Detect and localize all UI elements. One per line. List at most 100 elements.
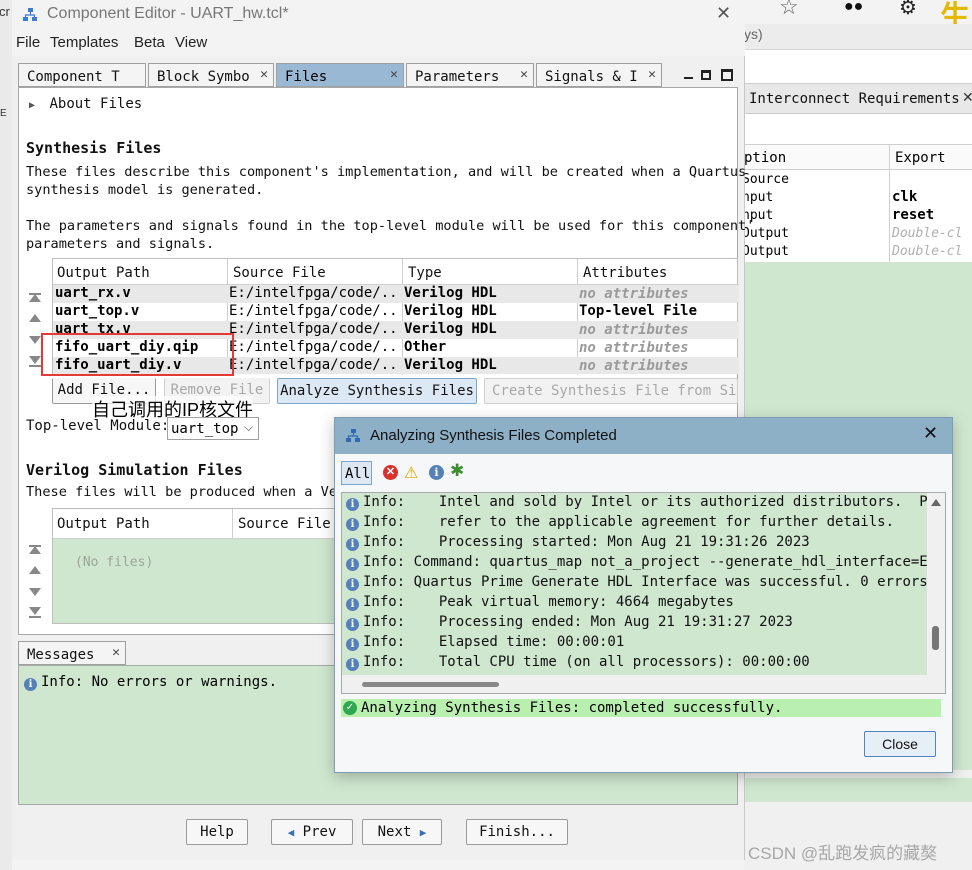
row-path: uart_top.v: [55, 303, 140, 319]
tab-label: Signals & I: [545, 69, 638, 85]
menu-beta[interactable]: Beta: [134, 34, 165, 51]
col-source-file[interactable]: Source File: [233, 265, 326, 281]
app-icon: [23, 8, 37, 21]
window-close-icon[interactable]: ✕: [716, 3, 731, 24]
menu-view[interactable]: View: [175, 34, 207, 51]
synthesis-desc-3: The parameters and signals found in the …: [26, 218, 755, 234]
background-row-export: Double-cl: [892, 226, 963, 241]
col-output-path[interactable]: Output Path: [57, 265, 150, 281]
about-files-toggle[interactable]: ▶ About Files: [29, 96, 142, 112]
move-top-icon[interactable]: [29, 546, 41, 554]
info-icon: i: [346, 658, 359, 671]
move-down-icon[interactable]: [29, 588, 41, 596]
left-edge-glyph: cr: [0, 4, 10, 19]
chevron-down-icon: ⌵: [244, 420, 254, 434]
row-type: Verilog HDL: [404, 357, 497, 373]
log-line: i Info: Processing started: Mon Aug 21 19…: [346, 534, 810, 551]
warning-filter-icon[interactable]: ⚠: [404, 463, 418, 483]
tab-block-symbol[interactable]: Block Symbo ✕: [148, 63, 274, 87]
info-icon: i: [24, 678, 37, 691]
tab-close-icon[interactable]: ✕: [520, 67, 528, 82]
col-attributes[interactable]: Attributes: [583, 265, 667, 281]
row-attr: Top-level File: [579, 303, 698, 319]
background-row-desc: Output: [742, 244, 789, 259]
log-line: i Info: Total CPU time (on all processors…: [346, 654, 810, 671]
top-level-module-value: uart_top: [171, 421, 239, 437]
vertical-scrollbar[interactable]: [927, 493, 945, 675]
synthesis-desc-4: parameters and signals.: [26, 236, 215, 252]
prev-label: Prev: [302, 824, 337, 840]
tab-label: Files: [285, 69, 328, 85]
finish-button[interactable]: Finish...: [466, 819, 568, 845]
help-button[interactable]: Help: [186, 819, 248, 845]
background-col-export: Export: [895, 150, 946, 166]
debug-filter-icon[interactable]: ✱: [450, 461, 464, 481]
simulation-desc: These files will be produced when a Ver: [26, 484, 346, 500]
background-tab-interconnect[interactable]: Interconnect Requirements: [749, 91, 960, 107]
close-button[interactable]: Close: [864, 731, 936, 757]
col-type[interactable]: Type: [408, 265, 442, 281]
synthesis-heading: Synthesis Files: [26, 139, 162, 157]
tab-messages[interactable]: Messages ✕: [18, 641, 126, 665]
synthesis-desc-1: These files describe this component's im…: [26, 164, 747, 180]
move-bottom-bar: [29, 616, 41, 618]
move-top-icon[interactable]: [29, 294, 41, 302]
tab-close-icon[interactable]: ✕: [112, 645, 120, 660]
background-row-export: reset: [892, 207, 935, 223]
log-line: i Info: Processing ended: Mon Aug 21 19:3…: [346, 614, 793, 631]
next-button[interactable]: Next ▶: [362, 819, 442, 845]
background-tab-row: Interconnect Requirements ✕: [744, 84, 972, 114]
restore-icon[interactable]: [701, 70, 711, 80]
menu-templates[interactable]: Templates: [50, 34, 118, 51]
tab-close-icon[interactable]: ✕: [648, 67, 656, 82]
move-bottom-icon[interactable]: [29, 356, 41, 364]
move-bottom-bar: [29, 365, 41, 367]
background-row-export: clk: [892, 189, 918, 205]
error-filter-icon[interactable]: ✕: [383, 465, 398, 480]
move-down-icon[interactable]: [29, 336, 41, 344]
minimize-icon[interactable]: [684, 77, 693, 79]
simulation-heading: Verilog Simulation Files: [26, 461, 243, 479]
filter-all-button[interactable]: All: [341, 461, 372, 485]
row-source: E:/intelfpga/code/...: [229, 321, 401, 337]
menu-file[interactable]: File: [16, 34, 40, 51]
tab-close-icon[interactable]: ✕: [390, 67, 398, 82]
tab-label: Parameters: [415, 69, 500, 85]
tab-component-type[interactable]: Component T: [18, 63, 146, 87]
prev-button[interactable]: ◀ Prev: [271, 819, 353, 845]
tab-parameters[interactable]: Parameters ✕: [406, 63, 534, 87]
highlight-box: [41, 333, 234, 376]
scroll-up-icon[interactable]: [931, 499, 941, 506]
info-filter-icon[interactable]: i: [429, 465, 444, 480]
info-icon: i: [346, 538, 359, 551]
move-up-icon[interactable]: [29, 314, 41, 322]
tab-files[interactable]: Files ✕: [276, 63, 404, 87]
move-up-icon[interactable]: [29, 566, 41, 574]
chevron-left-icon: ◀: [287, 826, 295, 839]
hscroll-thumb[interactable]: [362, 682, 499, 687]
log-line: i Info: Command: quartus_map not_a_projec…: [346, 554, 945, 571]
col-source-file[interactable]: Source File: [238, 516, 331, 532]
dialog-close-icon[interactable]: ✕: [923, 423, 938, 444]
log-output[interactable]: i Info: Intel and sold by Intel or its au…: [341, 492, 946, 694]
horizontal-scrollbar[interactable]: [342, 675, 945, 693]
row-source: E:/intelfpga/code/...: [229, 357, 401, 373]
next-label: Next: [377, 824, 412, 840]
maximize-icon[interactable]: [721, 69, 733, 81]
top-level-module-select[interactable]: uart_top ⌵: [167, 417, 259, 440]
row-path: uart_rx.v: [55, 285, 131, 301]
background-strip: ys): [744, 24, 972, 50]
background-mask-icon: ●●: [844, 0, 864, 15]
tab-close-icon[interactable]: ✕: [260, 67, 268, 82]
col-output-path[interactable]: Output Path: [57, 516, 150, 532]
background-row-desc: nput: [742, 190, 774, 205]
background-row-desc: Source: [742, 172, 789, 187]
create-synthesis-file-button[interactable]: Create Synthesis File from Sign: [484, 378, 738, 404]
analyze-synthesis-files-button[interactable]: Analyze Synthesis Files: [277, 378, 477, 404]
background-tab-close-icon[interactable]: ✕: [962, 89, 972, 106]
move-bottom-icon[interactable]: [29, 607, 41, 615]
filter-all-label: All: [345, 466, 371, 482]
scroll-thumb[interactable]: [932, 626, 939, 650]
synthesis-desc-2: synthesis model is generated.: [26, 182, 264, 198]
tab-signals[interactable]: Signals & I ✕: [536, 63, 662, 87]
